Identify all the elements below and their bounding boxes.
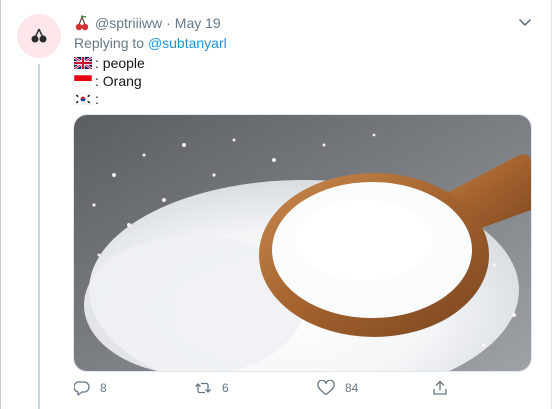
retweet-count: 6 [222,381,229,395]
replying-to: Replying to @subtanyarl [74,35,227,51]
tweet-header: @sptriiiww · May 19 [74,15,221,31]
reply-icon [74,381,90,396]
indonesia-flag-icon [74,75,92,87]
salt-wooden-spoon-photo [74,115,531,371]
header-separator: · [166,15,171,31]
heart-icon [317,380,335,396]
user-handle[interactable]: @sptriiiww [95,15,162,31]
tweet-actions: 8 6 84 [74,380,474,400]
retweet-button[interactable]: 6 [194,380,229,396]
tweet-text-line: : people [74,55,145,71]
replying-to-handle[interactable]: @subtanyarl [148,35,227,51]
tweet-text-english: : people [95,55,145,71]
reply-count: 8 [100,381,107,395]
tweet-text-indonesian: : Orang [95,73,142,89]
reply-button[interactable]: 8 [74,380,107,396]
tweet-text-line: : Orang [74,73,142,89]
retweet-icon [195,382,211,394]
chevron-down-icon[interactable] [517,14,533,30]
avatar[interactable] [17,14,61,58]
tweet-media-image[interactable] [73,114,532,372]
south-korea-flag-icon [74,93,92,105]
like-button[interactable]: 84 [317,380,358,396]
window-border-left [0,0,1,409]
tweet-text-korean: : [95,91,99,107]
uk-flag-icon [74,57,92,69]
replying-to-label: Replying to [74,35,145,51]
like-count: 84 [345,381,359,395]
tweet-date[interactable]: May 19 [175,15,221,31]
share-icon [433,380,447,395]
share-button[interactable] [432,380,448,396]
cherry-avatar-icon [31,28,47,43]
cherry-icon [75,15,89,31]
tweet-text-line: : [74,91,99,107]
thread-connector-line [38,64,40,409]
